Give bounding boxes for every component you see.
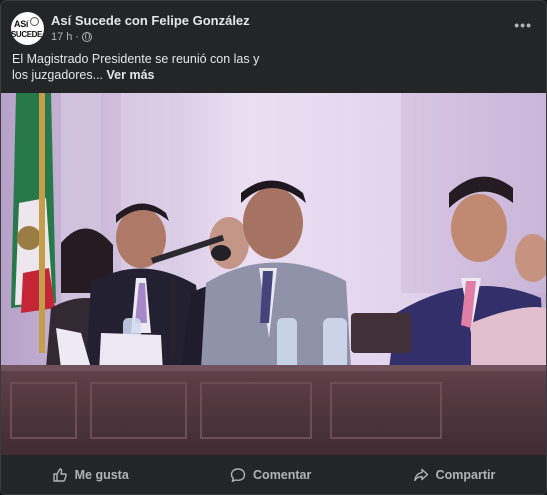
comment-button[interactable]: Comentar xyxy=(230,467,311,483)
like-label: Me gusta xyxy=(74,468,129,482)
post-timestamp[interactable]: 17 h xyxy=(51,31,72,43)
avatar-text-bottom: SUCEDE xyxy=(11,30,42,39)
action-bar: Me gusta Comentar Compartir xyxy=(1,455,546,494)
thumbs-up-icon xyxy=(52,468,67,482)
post-card: ASí SUCEDE Así Sucede con Felipe Gonzále… xyxy=(0,0,547,495)
comment-label: Comentar xyxy=(253,468,312,482)
avatar-clock-mark xyxy=(30,17,39,26)
share-arrow-icon xyxy=(413,468,428,482)
globe-icon xyxy=(82,32,93,42)
share-button[interactable]: Compartir xyxy=(413,467,496,483)
share-label: Compartir xyxy=(435,468,496,482)
post-text: El Magistrado Presidente se reunió con l… xyxy=(12,51,262,83)
post-header: ASí SUCEDE Así Sucede con Felipe Gonzále… xyxy=(1,1,546,49)
see-more-link[interactable]: Ver más xyxy=(107,68,155,82)
comment-bubble-icon xyxy=(230,468,246,483)
author-name[interactable]: Así Sucede con Felipe González xyxy=(51,13,250,28)
like-button[interactable]: Me gusta xyxy=(52,467,129,483)
meta-separator: · xyxy=(75,31,80,43)
photo-illustration xyxy=(1,93,546,455)
avatar-text-top: ASí xyxy=(14,19,29,29)
post-meta: 17 h · xyxy=(51,31,93,43)
page-avatar[interactable]: ASí SUCEDE xyxy=(11,12,44,45)
post-photo[interactable] xyxy=(1,93,546,455)
more-options-icon[interactable]: ••• xyxy=(514,17,532,33)
